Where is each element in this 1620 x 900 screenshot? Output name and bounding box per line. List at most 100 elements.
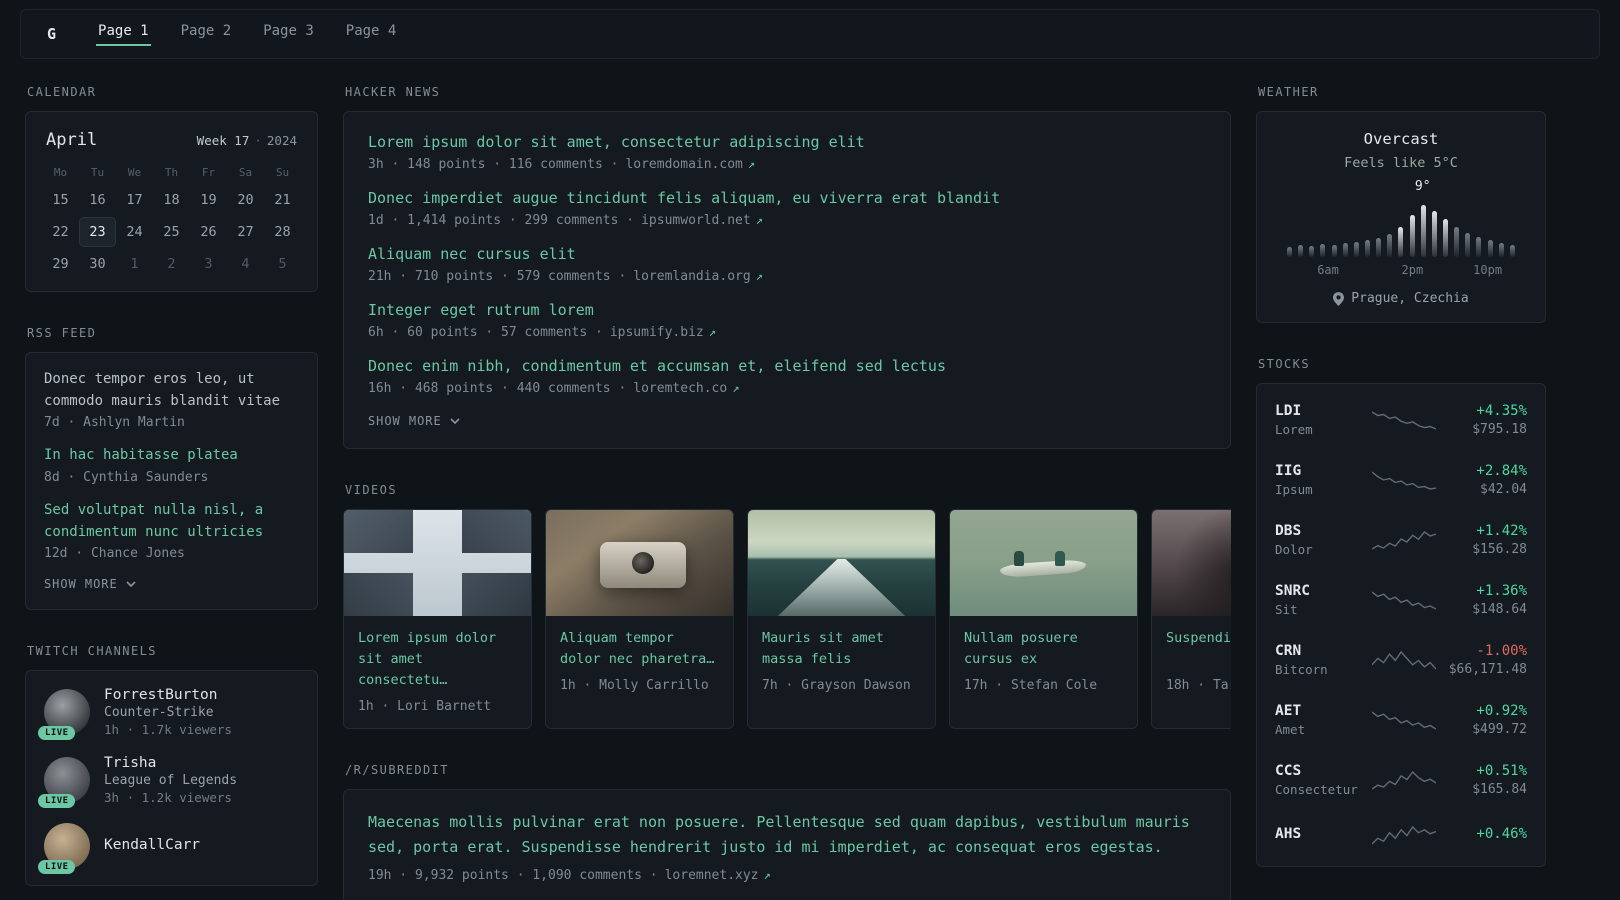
- weather-widget: WEATHER Overcast Feels like 5°C 9° 6am 2p…: [1256, 85, 1546, 323]
- weather-time-label: 2pm: [1401, 263, 1424, 277]
- subreddit-widget-title: /R/SUBREDDIT: [345, 762, 449, 777]
- hn-item-domain-link[interactable]: loremtech.co: [633, 381, 727, 396]
- video-meta: 1h · Lori Barnett: [358, 698, 492, 714]
- twitch-channel[interactable]: LIVE KendallCarr: [38, 823, 299, 875]
- hn-item-domain-link[interactable]: ipsumify.biz: [610, 325, 704, 340]
- channel-name: Trisha: [104, 755, 157, 772]
- stock-sparkline: [1371, 471, 1436, 490]
- video-thumbnail: [950, 510, 1137, 616]
- stock-values: +1.36% $148.64: [1436, 583, 1527, 617]
- video-thumbnail: [1152, 510, 1231, 616]
- stock-spark-wrap: [1371, 648, 1436, 672]
- thumbnail-detail: [1054, 551, 1065, 567]
- top-bar: G Page 1 Page 2 Page 3 Page 4: [20, 9, 1600, 59]
- chevron-down-icon: [126, 581, 136, 588]
- hn-item-title[interactable]: Donec enim nibh, condimentum et accumsan…: [368, 356, 1206, 377]
- hn-item-title[interactable]: Integer eget rutrum lorem: [368, 300, 1206, 321]
- hn-item-title[interactable]: Aliquam nec cursus elit: [368, 244, 1206, 265]
- stock-sparkline: [1371, 411, 1436, 430]
- hn-item-domain-link[interactable]: ipsumworld.net: [641, 213, 751, 228]
- subreddit-post-title[interactable]: Maecenas mollis pulvinar erat non posuer…: [368, 810, 1206, 861]
- weather-bar: [1287, 247, 1292, 257]
- video-card[interactable]: Nullam posuere cursus ex 17h · Stefan Col…: [949, 509, 1138, 729]
- twitch-channel[interactable]: LIVE Trisha League of Legends 3h · 1.2k vie…: [38, 755, 299, 809]
- hn-item-domain-link[interactable]: loremdomain.com: [625, 157, 742, 172]
- tab-page-4[interactable]: Page 4: [344, 23, 399, 46]
- rss-item-meta: 7d · Ashlyn Martin: [44, 415, 185, 431]
- calendar-day: 29: [52, 256, 69, 272]
- stock-id: DBS Dolor: [1275, 523, 1372, 557]
- hn-item-meta: 3h · 148 points · 116 comments · loremdom…: [368, 157, 1206, 172]
- stock-name: Consectetur: [1275, 782, 1358, 797]
- weather-bar: [1465, 233, 1471, 257]
- weather-bar: [1409, 215, 1415, 257]
- avatar: LIVE: [38, 757, 90, 809]
- hn-item-title[interactable]: Donec imperdiet augue tincidunt felis al…: [368, 188, 1206, 209]
- stock-name: Bitcorn: [1275, 662, 1328, 677]
- calendar-year: 2024: [266, 133, 297, 148]
- hacker-news-item: Donec imperdiet augue tincidunt felis al…: [368, 188, 1206, 228]
- calendar-week-label: Week 17: [196, 133, 250, 148]
- video-card[interactable]: Aliquam tempor dolor nec pharetra… 1h · M…: [545, 509, 734, 729]
- app-logo[interactable]: G: [47, 25, 56, 43]
- tab-page-2[interactable]: Page 2: [179, 23, 234, 46]
- stock-symbol: DBS: [1275, 523, 1302, 539]
- stock-symbol: IIG: [1275, 463, 1302, 479]
- hn-meta-text: 3h · 148 points · 116 comments ·: [368, 157, 619, 172]
- weather-bar: [1331, 245, 1337, 257]
- stock-name: Sit: [1275, 602, 1298, 617]
- stock-values: +4.35% $795.18: [1436, 403, 1527, 437]
- stock-sparkline: [1371, 650, 1436, 670]
- stock-values: -1.00% $66,171.48: [1436, 643, 1527, 677]
- calendar-day: 19: [200, 192, 217, 208]
- video-card[interactable]: Suspendisse diam 18h · Tara: [1151, 509, 1231, 729]
- weather-bar: [1498, 243, 1504, 257]
- live-badge: LIVE: [38, 726, 76, 741]
- hn-item-domain-link[interactable]: loremlandia.org: [633, 269, 750, 284]
- avatar: LIVE: [38, 823, 90, 875]
- stock-spark-wrap: [1371, 528, 1436, 552]
- stock-change: +1.36%: [1476, 583, 1527, 599]
- stock-row: IIG Ipsum +2.84% $42.04: [1275, 450, 1527, 510]
- tab-page-3[interactable]: Page 3: [261, 23, 316, 46]
- stock-name: Dolor: [1275, 542, 1313, 557]
- rss-item-title[interactable]: Sed volutpat nulla nisl, a condimentum n…: [44, 500, 299, 543]
- hacker-news-item: Aliquam nec cursus elit 21h · 710 points …: [368, 244, 1206, 284]
- rss-item-title[interactable]: Donec tempor eros leo, ut commodo mauris…: [44, 369, 299, 412]
- hacker-news-show-more-button[interactable]: SHOW MORE: [368, 414, 460, 428]
- thumbnail-detail: [344, 572, 414, 616]
- stock-symbol: CRN: [1275, 643, 1302, 659]
- thumbnail-detail: [461, 572, 531, 616]
- rss-item: In hac habitasse platea 8d · Cynthia Saun…: [44, 445, 299, 485]
- channel-info: KendallCarr: [104, 837, 200, 855]
- videos-row: Lorem ipsum dolor sit amet consectetu… 1h…: [343, 509, 1231, 729]
- rss-item-title[interactable]: In hac habitasse platea: [44, 445, 299, 467]
- external-link-icon: ↗: [755, 213, 763, 227]
- calendar-days-grid: 15 16 17 18 19 20 21 22 23 24 25 26 27 28 29 30 1 2 3 4 5: [42, 185, 301, 279]
- stock-row: CRN Bitcorn -1.00% $66,171.48: [1275, 630, 1527, 690]
- weather-bar: [1442, 219, 1448, 257]
- tab-page-1[interactable]: Page 1: [96, 23, 151, 46]
- location-pin-icon: [1333, 291, 1345, 306]
- hacker-news-item: Lorem ipsum dolor sit amet, consectetur …: [368, 132, 1206, 172]
- video-title: Suspendisse diam: [1166, 630, 1231, 646]
- weather-bar: [1387, 234, 1393, 257]
- calendar-day: 15: [52, 192, 69, 208]
- page-tabs: Page 1 Page 2 Page 3 Page 4: [96, 23, 398, 46]
- video-card[interactable]: Lorem ipsum dolor sit amet consectetu… 1h…: [343, 509, 532, 729]
- video-thumbnail: [344, 510, 531, 616]
- video-meta: 17h · Stefan Cole: [964, 678, 1098, 693]
- weather-bar: [1487, 240, 1493, 257]
- stock-id: AET Amet: [1275, 703, 1372, 737]
- hn-item-title[interactable]: Lorem ipsum dolor sit amet, consectetur …: [368, 132, 1206, 153]
- subreddit-post-domain-link[interactable]: loremnet.xyz: [665, 868, 759, 883]
- rss-show-more-button[interactable]: SHOW MORE: [44, 577, 136, 591]
- show-more-label: SHOW MORE: [368, 414, 442, 428]
- stock-symbol: AET: [1275, 703, 1302, 719]
- twitch-channel[interactable]: LIVE ForrestBurton Counter-Strike 1h · 1.7k…: [38, 687, 299, 741]
- stock-price: $156.28: [1472, 542, 1527, 557]
- video-card[interactable]: Mauris sit amet massa felis 7h · Grayson …: [747, 509, 936, 729]
- calendar-dow-label: We: [127, 166, 142, 179]
- calendar-dow-label: Fr: [201, 166, 216, 179]
- weather-bar: [1376, 238, 1382, 257]
